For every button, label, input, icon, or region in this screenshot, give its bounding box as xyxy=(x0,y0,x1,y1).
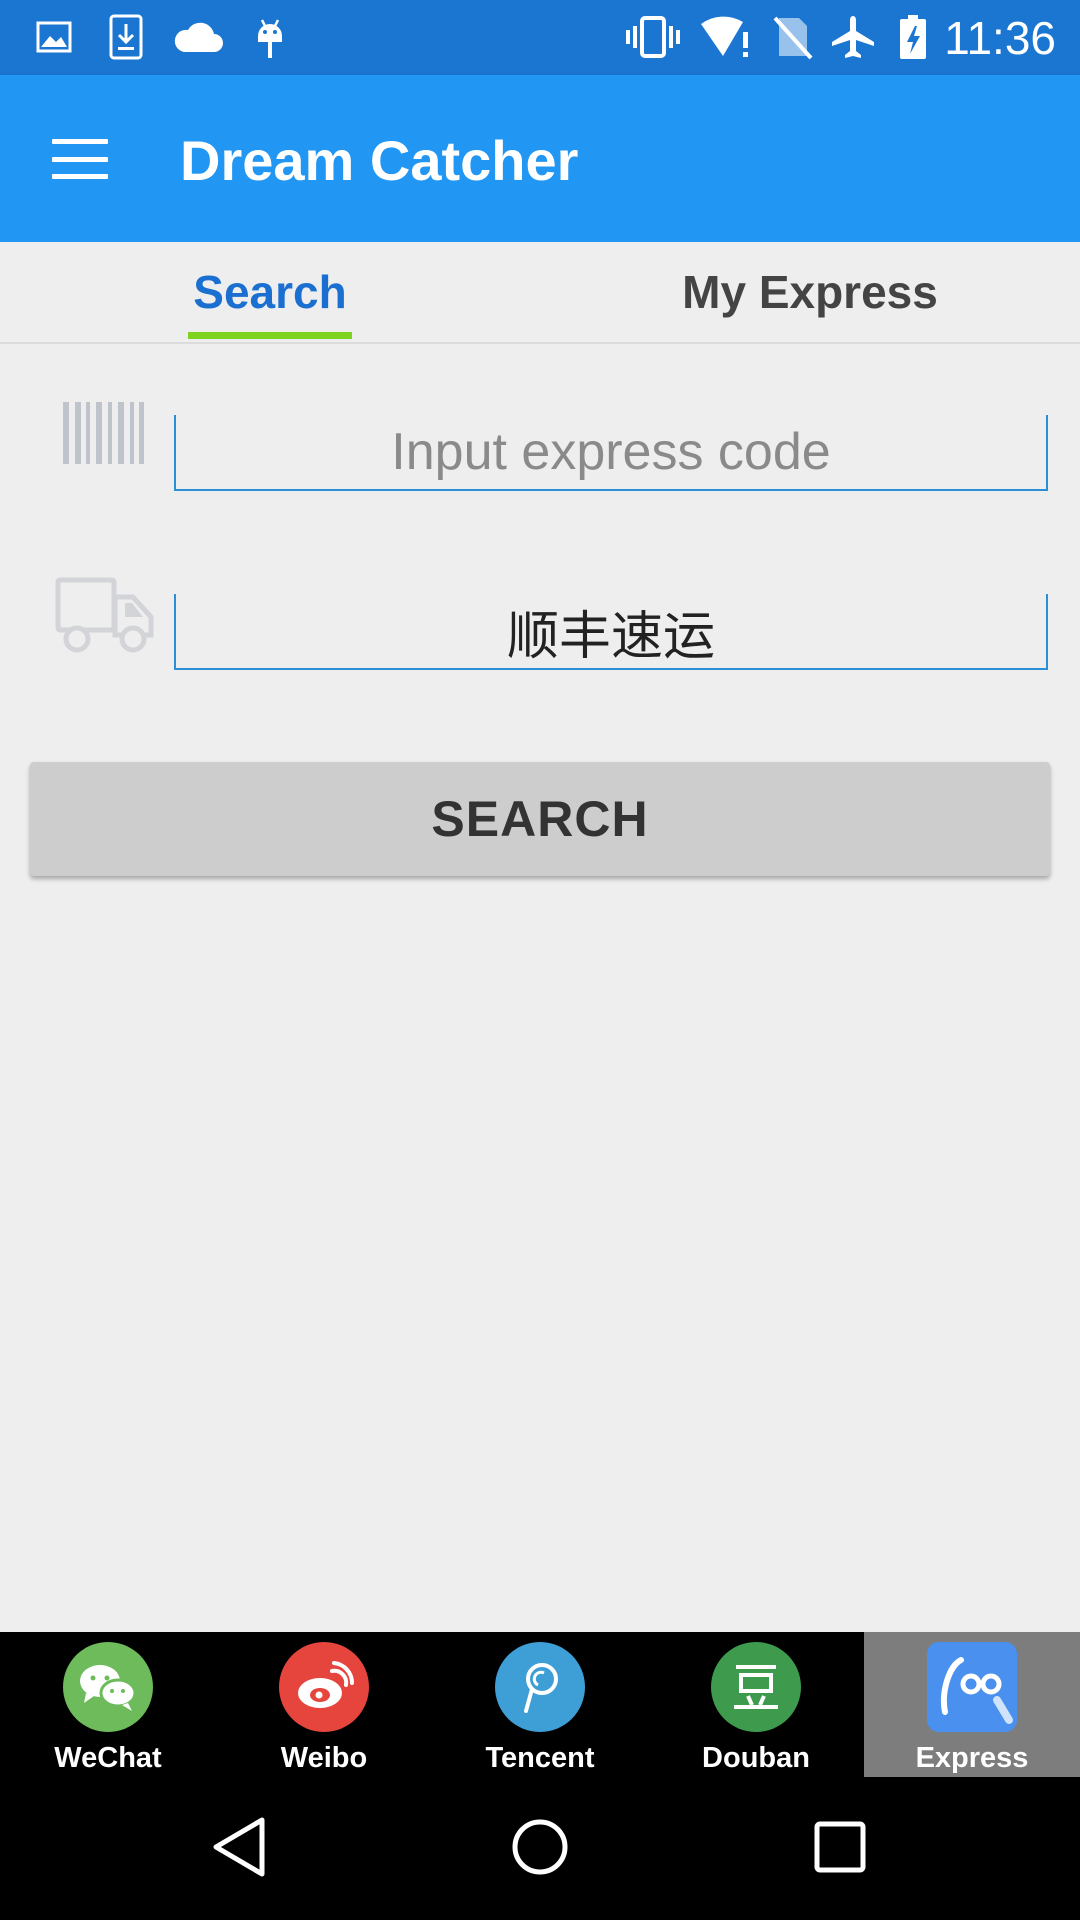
app-title: Dream Catcher xyxy=(180,129,579,192)
cloud-icon xyxy=(170,14,226,60)
search-button[interactable]: SEARCH xyxy=(30,762,1050,876)
nav-item-express[interactable]: Express xyxy=(864,1632,1080,1777)
app-bar: Dream Catcher xyxy=(0,75,1080,242)
courier-value: 顺丰速运 xyxy=(506,606,715,667)
no-sim-icon xyxy=(770,14,816,60)
nav-label-tencent: Tencent xyxy=(485,1742,595,1774)
courier-field[interactable]: 顺丰速运 xyxy=(174,594,1048,670)
airplane-icon xyxy=(828,14,878,60)
nav-item-tencent[interactable]: Tencent xyxy=(432,1632,648,1777)
tab-my-express[interactable]: My Express xyxy=(540,242,1080,342)
recents-icon[interactable] xyxy=(800,1807,880,1887)
status-bar: 11:36 xyxy=(0,0,1080,75)
barcode-icon[interactable] xyxy=(58,398,148,468)
weibo-icon xyxy=(279,1642,369,1732)
image-icon xyxy=(34,14,74,60)
wifi-icon xyxy=(698,14,754,60)
nav-item-weibo[interactable]: Weibo xyxy=(216,1632,432,1777)
system-nav-bar xyxy=(0,1777,1080,1920)
tencent-icon xyxy=(495,1642,585,1732)
tab-bar: Search My Express xyxy=(0,242,1080,344)
nav-label-douban: Douban xyxy=(702,1742,810,1774)
android-icon xyxy=(250,14,290,60)
nav-label-wechat: WeChat xyxy=(54,1742,162,1774)
wechat-icon xyxy=(63,1642,153,1732)
tab-search[interactable]: Search xyxy=(0,242,540,342)
nav-item-douban[interactable]: Douban xyxy=(648,1632,864,1777)
bottom-app-nav: WeChat Weibo Tencent Douban Express xyxy=(0,1632,1080,1777)
nav-label-express: Express xyxy=(915,1742,1029,1774)
active-tab-indicator xyxy=(188,332,352,339)
douban-icon xyxy=(711,1642,801,1732)
express-code-input[interactable] xyxy=(176,415,1046,489)
delivery-truck-icon xyxy=(54,576,156,656)
download-icon xyxy=(106,14,146,60)
back-icon[interactable] xyxy=(200,1807,280,1887)
nav-label-weibo: Weibo xyxy=(280,1742,368,1774)
home-icon[interactable] xyxy=(500,1807,580,1887)
express-icon xyxy=(927,1642,1017,1732)
hamburger-menu-icon[interactable] xyxy=(42,121,118,197)
express-code-field xyxy=(174,415,1048,491)
battery-icon xyxy=(896,14,930,60)
nav-item-wechat[interactable]: WeChat xyxy=(0,1632,216,1777)
clock: 11:36 xyxy=(944,12,1056,64)
vibrate-icon xyxy=(624,14,682,60)
